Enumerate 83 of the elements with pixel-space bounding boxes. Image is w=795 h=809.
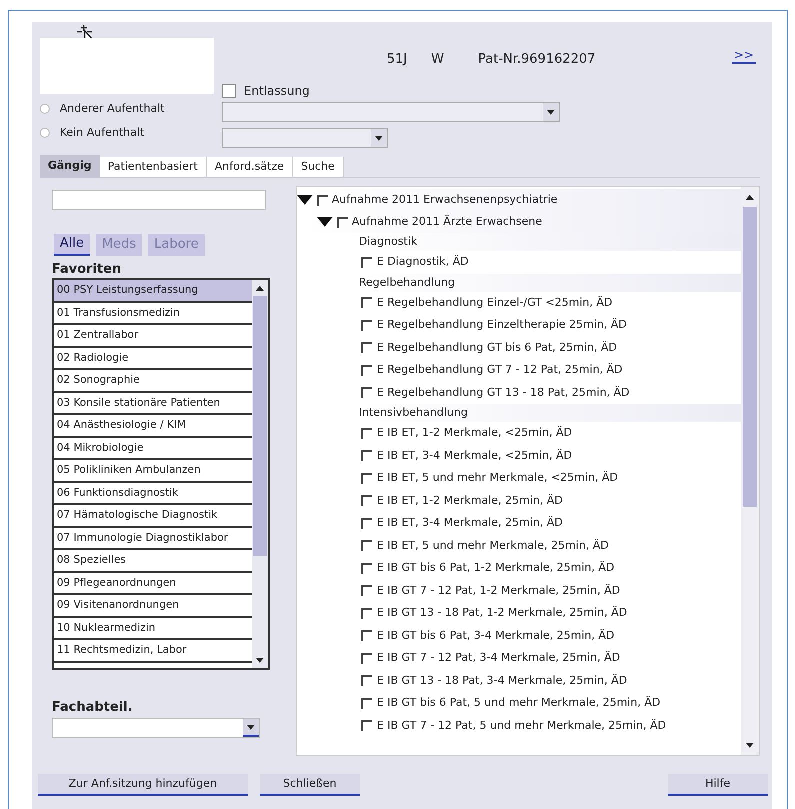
tab[interactable]: Gängig	[40, 155, 100, 177]
item-label: E Regelbehandlung GT 7 - 12 Pat, 25min, ÄD	[377, 362, 623, 378]
item-label: E IB ET, 3-4 Merkmale, <25min, ÄD	[377, 448, 572, 464]
radio-label: Anderer Aufenthalt	[60, 101, 165, 117]
checkbox[interactable]	[361, 320, 372, 331]
item-label: E IB GT 7 - 12 Pat, 1-2 Merkmale, 25min, ÄD	[377, 582, 620, 598]
radio-button[interactable]	[40, 104, 50, 114]
footer-button[interactable]: Zur Anf.sitzung hinzufügen	[38, 774, 248, 796]
checkbox[interactable]	[361, 342, 372, 354]
checkbox[interactable]	[361, 652, 372, 664]
item-label: E IB ET, 1-2 Merkmale, 25min, ÄD	[377, 492, 564, 508]
checkbox[interactable]	[222, 84, 236, 98]
sex-text: W	[431, 51, 444, 69]
item-label: E IB GT 7 - 12 Pat, 5 und mehr Merkmale, 25min, ÄD	[377, 718, 666, 734]
item-label: E IB ET, 3-4 Merkmale, 25min, ÄD	[377, 515, 564, 531]
list-item[interactable]: 02 Radiologie	[54, 348, 252, 370]
footer-button[interactable]: Hilfe	[668, 774, 768, 796]
age-text: 51J	[387, 51, 408, 69]
search-field[interactable]	[52, 190, 266, 210]
checkbox[interactable]	[361, 720, 372, 732]
section-label: Diagnostik	[359, 233, 741, 251]
checkbox[interactable]	[361, 585, 372, 596]
expand-button[interactable]: >>	[732, 48, 756, 64]
item-label: E Regelbehandlung GT 13 - 18 Pat, 25min, ÄD	[377, 384, 630, 400]
item-label: E IB GT 13 - 18 Pat, 1-2 Merkmale, 25min, ÄD	[377, 605, 628, 621]
checkbox-label: Entlassung	[244, 83, 310, 100]
checkbox[interactable]	[317, 194, 328, 206]
checkbox[interactable]	[361, 675, 372, 686]
item-label: E IB GT 13 - 18 Pat, 3-4 Merkmale, 25min, ÄD	[377, 672, 628, 688]
checkbox[interactable]	[361, 450, 372, 462]
radio-label: Kein Aufenthalt	[60, 124, 144, 140]
list-item[interactable]: 00 PSY Leistungserfassung	[54, 280, 252, 302]
checkbox[interactable]	[337, 216, 348, 228]
checkbox[interactable]	[361, 540, 372, 552]
radio-button[interactable]	[40, 128, 50, 138]
checkbox[interactable]	[361, 297, 372, 308]
tab[interactable]: Anford.sätze	[206, 157, 294, 177]
group-label: Aufnahme 2011 Erwachsenenpsychiatrie	[332, 192, 558, 208]
list-item[interactable]: 10 Nuklearmedizin	[54, 618, 252, 640]
footer-button[interactable]: Schließen	[260, 774, 360, 796]
tab[interactable]: Patientenbasiert	[100, 157, 207, 177]
favorites-heading: Favoriten	[52, 261, 122, 279]
list-item[interactable]: 07 Immunologie Diagnostiklabor	[54, 528, 252, 550]
item-label: E Regelbehandlung GT bis 6 Pat, 25min, ÄD	[377, 340, 618, 356]
item-label: E IB GT bis 6 Pat, 3-4 Merkmale, 25min, ÄD	[377, 628, 615, 644]
scroll-thumb[interactable]	[743, 207, 757, 507]
item-label: E IB GT 7 - 12 Pat, 3-4 Merkmale, 25min, ÄD	[377, 650, 620, 666]
checkbox[interactable]	[361, 387, 372, 398]
item-label: E IB ET, 1-2 Merkmale, <25min, ÄD	[377, 425, 572, 441]
expander-icon[interactable]	[317, 216, 333, 228]
checkbox[interactable]	[361, 495, 372, 506]
department-heading: Fachabteil.	[52, 699, 133, 717]
list-item[interactable]: 03 Konsile stationäre Patienten	[54, 392, 252, 415]
checkbox[interactable]	[361, 518, 372, 529]
filter-button[interactable]: Alle	[54, 234, 90, 256]
scroll-thumb[interactable]	[253, 296, 267, 556]
scrollbar[interactable]	[252, 280, 268, 668]
section-label: Regelbehandlung	[359, 274, 741, 292]
item-label: E IB ET, 5 und mehr Merkmale, 25min, ÄD	[377, 538, 609, 554]
list-item[interactable]: 09 Pflegeanordnungen	[54, 572, 252, 595]
tab[interactable]: Suche	[293, 157, 344, 177]
list-item[interactable]: 01 Transfusionsmedizin	[54, 302, 252, 325]
checkbox[interactable]	[361, 364, 372, 376]
item-label: E IB GT bis 6 Pat, 1-2 Merkmale, 25min, ÄD	[377, 560, 615, 576]
checkbox[interactable]	[361, 562, 372, 574]
checkbox[interactable]	[361, 428, 372, 439]
item-label: E Diagnostik, ÄD	[377, 254, 469, 270]
checkbox[interactable]	[361, 472, 372, 484]
patient-number: Pat-Nr.969162207	[478, 51, 596, 69]
scrollbar[interactable]	[741, 187, 759, 755]
item-label: E Regelbehandlung Einzeltherapie 25min, ÄD	[377, 317, 627, 333]
item-label: E IB ET, 5 und mehr Merkmale, <25min, ÄD	[377, 470, 618, 486]
section-label: Intensivbehandlung	[359, 404, 741, 422]
list-item[interactable]: 04 Mikrobiologie	[54, 438, 252, 460]
item-label: E IB GT bis 6 Pat, 5 und mehr Merkmale, 25min, ÄD	[377, 695, 661, 711]
checkbox[interactable]	[361, 256, 372, 268]
list-item[interactable]: 06 Funktionsdiagnostik	[54, 482, 252, 505]
checkbox[interactable]	[361, 608, 372, 619]
checkbox[interactable]	[361, 630, 372, 642]
expander-icon[interactable]	[297, 194, 313, 206]
item-label: E Regelbehandlung Einzel-/GT <25min, ÄD	[377, 294, 613, 310]
checkbox[interactable]	[361, 698, 372, 709]
group-label: Aufnahme 2011 Ärzte Erwachsene	[352, 214, 542, 230]
